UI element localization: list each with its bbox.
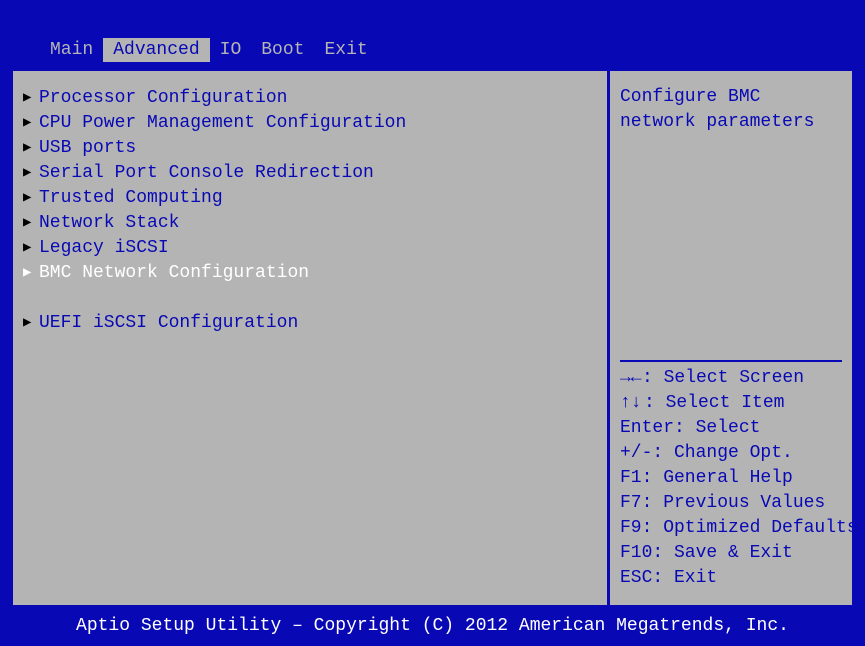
help-key-hint: F1: General Help <box>620 466 842 491</box>
help-key-hint: →←: Select Screen <box>620 366 842 391</box>
tab-boot[interactable]: Boot <box>251 38 314 62</box>
menu-item-legacy-iscsi[interactable]: ▶Legacy iSCSI <box>23 235 597 260</box>
arrows-left-right-icon: →← <box>620 366 642 391</box>
menu-item-processor-configuration[interactable]: ▶Processor Configuration <box>23 85 597 110</box>
menu-item-label: Legacy iSCSI <box>39 238 169 258</box>
menu-item-uefi-iscsi-configuration[interactable]: ▶UEFI iSCSI Configuration <box>23 310 597 335</box>
menu-panel: ▶Processor Configuration▶CPU Power Manag… <box>10 68 607 608</box>
submenu-arrow-icon: ▶ <box>23 239 39 256</box>
help-key-hint: F7: Previous Values <box>620 491 842 516</box>
menu-item-label: Network Stack <box>39 213 179 233</box>
menu-item-usb-ports[interactable]: ▶USB ports <box>23 135 597 160</box>
submenu-arrow-icon: ▶ <box>23 264 39 281</box>
menu-spacer <box>23 285 597 310</box>
tab-advanced[interactable]: Advanced <box>103 38 209 62</box>
menu-item-label: Serial Port Console Redirection <box>39 163 374 183</box>
help-text-line: Configure BMC <box>620 85 842 110</box>
menu-item-bmc-network-configuration[interactable]: ▶BMC Network Configuration <box>23 260 597 285</box>
menu-item-cpu-power-management-configuration[interactable]: ▶CPU Power Management Configuration <box>23 110 597 135</box>
menu-item-label: Processor Configuration <box>39 88 287 108</box>
help-panel: Configure BMC network parameters →←: Sel… <box>607 68 855 608</box>
submenu-arrow-icon: ▶ <box>23 314 39 331</box>
help-text-line: network parameters <box>620 110 842 135</box>
main-area: ▶Processor Configuration▶CPU Power Manag… <box>10 68 855 608</box>
help-key-hint: F10: Save & Exit <box>620 541 842 566</box>
submenu-arrow-icon: ▶ <box>23 139 39 156</box>
help-key-hint: +/-: Change Opt. <box>620 441 842 466</box>
arrows-up-down-icon: ↑↓ <box>620 391 644 416</box>
submenu-arrow-icon: ▶ <box>23 164 39 181</box>
help-divider <box>620 360 842 362</box>
menu-item-label: BMC Network Configuration <box>39 263 309 283</box>
menu-item-trusted-computing[interactable]: ▶Trusted Computing <box>23 185 597 210</box>
submenu-arrow-icon: ▶ <box>23 114 39 131</box>
footer: Aptio Setup Utility – Copyright (C) 2012… <box>0 614 865 646</box>
help-spacer <box>620 135 842 356</box>
menu-item-network-stack[interactable]: ▶Network Stack <box>23 210 597 235</box>
menu-item-label: CPU Power Management Configuration <box>39 113 406 133</box>
help-key-hint: Enter: Select <box>620 416 842 441</box>
bios-screen: MainAdvancedIOBootExit ▶Processor Config… <box>0 0 865 646</box>
menu-item-label: USB ports <box>39 138 136 158</box>
tab-io[interactable]: IO <box>210 38 252 62</box>
menu-item-serial-port-console-redirection[interactable]: ▶Serial Port Console Redirection <box>23 160 597 185</box>
menu-item-label: UEFI iSCSI Configuration <box>39 313 298 333</box>
tab-bar: MainAdvancedIOBootExit <box>0 38 865 62</box>
help-key-hint: F9: Optimized Defaults <box>620 516 842 541</box>
tab-exit[interactable]: Exit <box>314 38 377 62</box>
submenu-arrow-icon: ▶ <box>23 214 39 231</box>
submenu-arrow-icon: ▶ <box>23 89 39 106</box>
title-bar <box>0 0 865 38</box>
submenu-arrow-icon: ▶ <box>23 189 39 206</box>
tab-main[interactable]: Main <box>40 38 103 62</box>
help-key-hint: ESC: Exit <box>620 566 842 591</box>
menu-item-label: Trusted Computing <box>39 188 223 208</box>
help-key-hint: ↑↓: Select Item <box>620 391 842 416</box>
